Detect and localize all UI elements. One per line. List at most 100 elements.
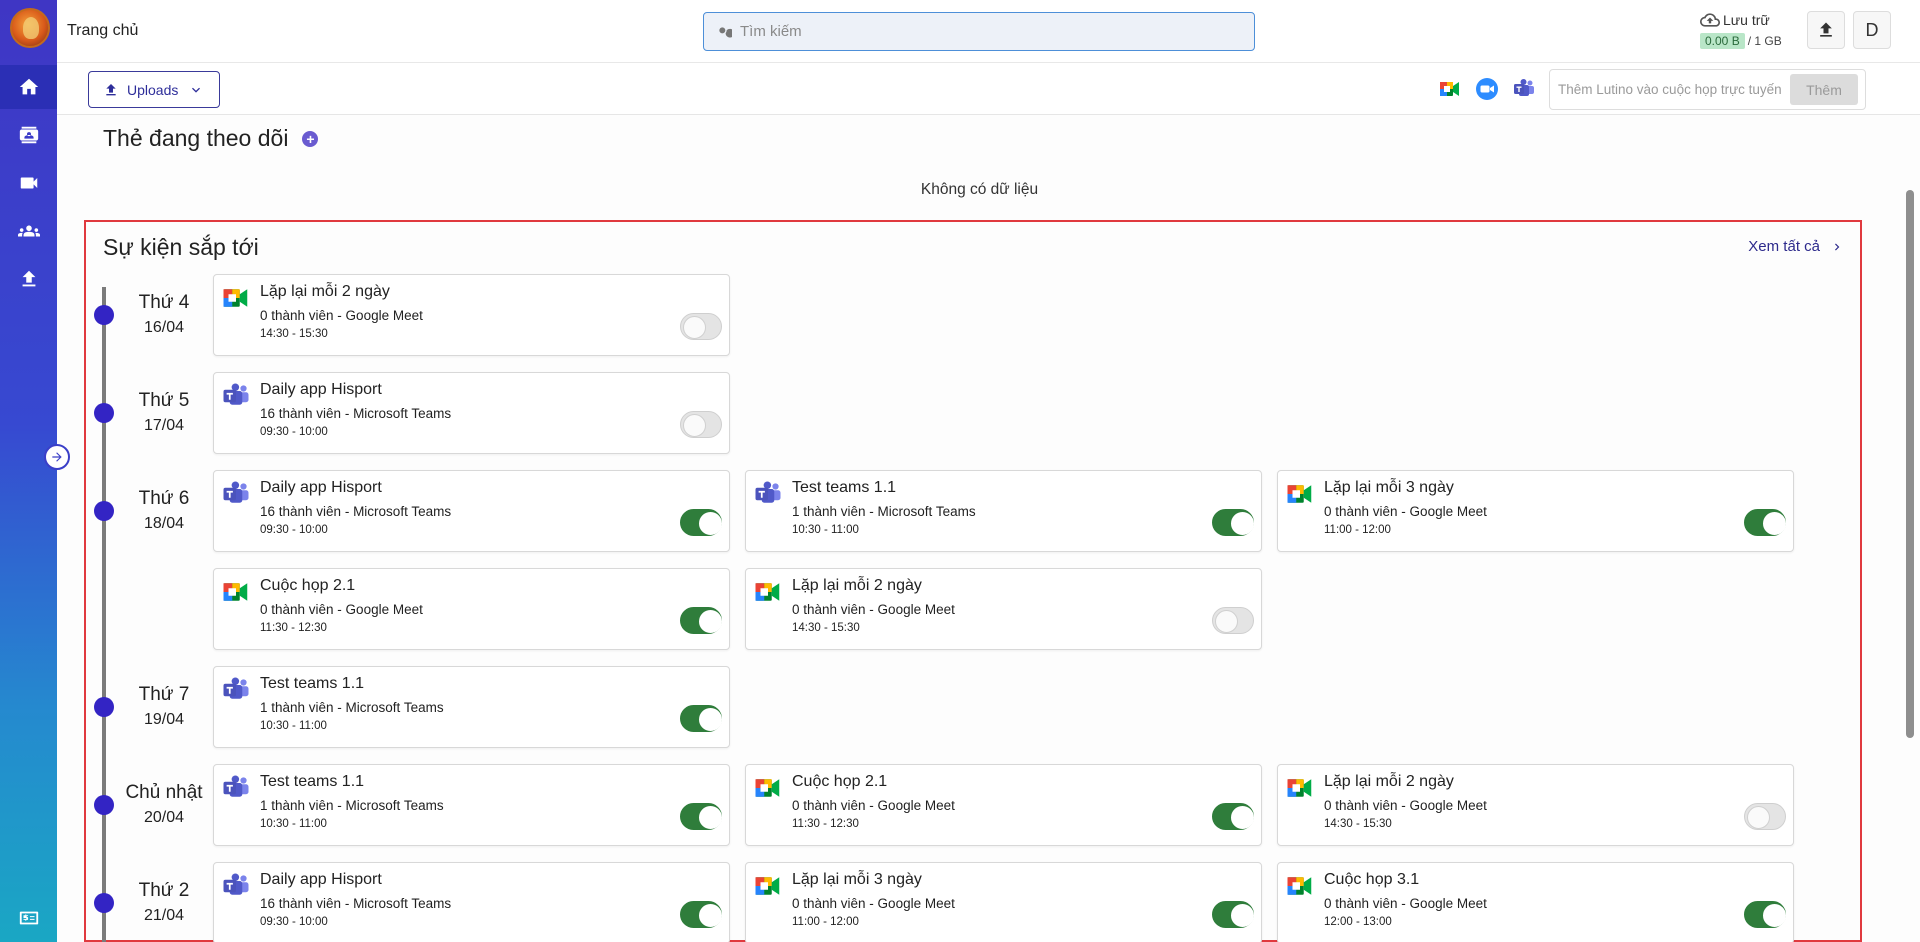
event-card[interactable]: Cuộc họp 3.1 0 thành viên - Google Meet 12… bbox=[1277, 862, 1794, 942]
event-time: 14:30 - 15:30 bbox=[260, 328, 328, 340]
zoom-icon[interactable] bbox=[1475, 77, 1499, 101]
storage-total: / 1 GB bbox=[1747, 34, 1782, 48]
event-record-toggle[interactable] bbox=[1744, 901, 1786, 928]
day-name: Thứ 2 bbox=[138, 880, 190, 901]
event-time: 11:00 - 12:00 bbox=[1324, 524, 1391, 536]
event-card[interactable]: Test teams 1.1 1 thành viên - Microsoft T… bbox=[213, 666, 730, 748]
app-logo[interactable] bbox=[10, 8, 50, 48]
event-title: Lặp lại mỗi 3 ngày bbox=[792, 871, 922, 888]
google-meet-icon bbox=[755, 583, 780, 601]
event-record-toggle[interactable] bbox=[680, 509, 722, 536]
event-title: Test teams 1.1 bbox=[260, 675, 365, 692]
google-meet-icon[interactable] bbox=[1438, 77, 1462, 101]
event-record-toggle[interactable] bbox=[680, 901, 722, 928]
timeline-dot bbox=[94, 403, 114, 423]
event-card[interactable]: Daily app Hisport 16 thành viên - Microso… bbox=[213, 372, 730, 454]
home-icon bbox=[19, 78, 38, 95]
event-card[interactable]: Test teams 1.1 1 thành viên - Microsoft T… bbox=[745, 470, 1262, 552]
event-title: Cuộc họp 2.1 bbox=[260, 577, 356, 594]
timeline-line bbox=[102, 287, 106, 942]
day-date: 21/04 bbox=[143, 907, 185, 924]
sidebar-item-groups[interactable] bbox=[0, 209, 57, 253]
event-record-toggle[interactable] bbox=[680, 411, 722, 438]
add-lutino-form: Thêm bbox=[1549, 69, 1866, 110]
event-participants: 0 thành viên - Google Meet bbox=[260, 308, 423, 323]
event-card[interactable]: Lặp lại mỗi 2 ngày 0 thành viên - Google … bbox=[745, 568, 1262, 650]
video-icon bbox=[20, 177, 37, 189]
microsoft-teams-icon[interactable] bbox=[1512, 77, 1536, 101]
page-scrollbar[interactable] bbox=[1906, 190, 1914, 738]
event-record-toggle[interactable] bbox=[680, 607, 722, 634]
event-record-toggle[interactable] bbox=[1212, 509, 1254, 536]
user-avatar-button[interactable]: D bbox=[1853, 11, 1891, 49]
timeline-dot bbox=[94, 893, 114, 913]
event-participants: 0 thành viên - Google Meet bbox=[260, 602, 423, 617]
storage-label: Lưu trữ bbox=[1723, 12, 1770, 28]
groups-icon bbox=[17, 225, 40, 237]
sidebar-item-contacts[interactable] bbox=[0, 113, 57, 157]
event-title: Cuộc họp 3.1 bbox=[1324, 871, 1420, 888]
event-time: 09:30 - 10:00 bbox=[260, 916, 328, 928]
event-participants: 16 thành viên - Microsoft Teams bbox=[260, 896, 452, 911]
microsoft-teams-icon bbox=[223, 873, 249, 895]
search-box[interactable] bbox=[703, 12, 1255, 51]
event-card[interactable]: Test teams 1.1 1 thành viên - Microsoft T… bbox=[213, 764, 730, 846]
sidebar-expand-button[interactable] bbox=[44, 444, 70, 470]
event-title: Daily app Hisport bbox=[260, 479, 382, 496]
sidebar bbox=[0, 0, 57, 942]
contacts-icon bbox=[19, 126, 38, 144]
event-card[interactable]: Lặp lại mỗi 2 ngày 0 thành viên - Google … bbox=[1277, 764, 1794, 846]
timeline-dot bbox=[94, 795, 114, 815]
event-card[interactable]: Lặp lại mỗi 3 ngày 0 thành viên - Google … bbox=[745, 862, 1262, 942]
event-card[interactable]: Cuộc họp 2.1 0 thành viên - Google Meet 11… bbox=[745, 764, 1262, 846]
event-card[interactable]: Daily app Hisport 16 thành viên - Microso… bbox=[213, 862, 730, 942]
day-date: 17/04 bbox=[143, 417, 185, 434]
event-record-toggle[interactable] bbox=[680, 313, 722, 340]
google-meet-icon bbox=[755, 779, 780, 797]
event-record-toggle[interactable] bbox=[680, 705, 722, 732]
storage-indicator[interactable]: Lưu trữ 0.00 B / 1 GB bbox=[1700, 10, 1790, 49]
storage-used: 0.00 B bbox=[1700, 33, 1745, 49]
search-icon bbox=[719, 26, 732, 38]
sidebar-item-wallet[interactable] bbox=[0, 896, 57, 940]
add-circle-icon[interactable]: + bbox=[302, 130, 319, 147]
see-all-link[interactable]: Xem tất cả bbox=[1748, 238, 1844, 255]
search-input[interactable] bbox=[740, 23, 1220, 40]
event-card[interactable]: Daily app Hisport 16 thành viên - Microso… bbox=[213, 470, 730, 552]
event-title: Lặp lại mỗi 2 ngày bbox=[792, 577, 922, 594]
see-all-label: Xem tất cả bbox=[1748, 238, 1820, 255]
wallet-icon bbox=[19, 911, 38, 925]
meeting-link-input[interactable] bbox=[1558, 82, 1790, 97]
event-card[interactable]: Lặp lại mỗi 3 ngày 0 thành viên - Google … bbox=[1277, 470, 1794, 552]
event-participants: 16 thành viên - Microsoft Teams bbox=[260, 406, 452, 421]
event-title: Lặp lại mỗi 2 ngày bbox=[1324, 773, 1454, 790]
event-record-toggle[interactable] bbox=[1212, 803, 1254, 830]
google-meet-icon bbox=[223, 583, 248, 601]
event-participants: 0 thành viên - Google Meet bbox=[1324, 896, 1487, 911]
event-title: Test teams 1.1 bbox=[792, 479, 897, 496]
day-name: Thứ 5 bbox=[138, 390, 190, 411]
upcoming-events-section: Sự kiện sắp tới Xem tất cả Thứ 4 16/04 Lặp… bbox=[84, 220, 1862, 942]
header-upload-button[interactable] bbox=[1807, 11, 1845, 49]
event-record-toggle[interactable] bbox=[1744, 803, 1786, 830]
event-record-toggle[interactable] bbox=[1212, 607, 1254, 634]
event-time: 14:30 - 15:30 bbox=[792, 622, 860, 634]
add-lutino-button[interactable]: Thêm bbox=[1790, 74, 1858, 105]
sidebar-item-home[interactable] bbox=[0, 65, 57, 109]
event-card[interactable]: Lặp lại mỗi 2 ngày 0 thành viên - Google … bbox=[213, 274, 730, 356]
upload-icon bbox=[106, 83, 116, 95]
event-time: 12:00 - 13:00 bbox=[1324, 916, 1392, 928]
event-record-toggle[interactable] bbox=[1744, 509, 1786, 536]
event-participants: 1 thành viên - Microsoft Teams bbox=[260, 700, 444, 715]
followed-title: Thẻ đang theo dõi bbox=[103, 125, 289, 151]
event-record-toggle[interactable] bbox=[1212, 901, 1254, 928]
day-name: Thứ 6 bbox=[138, 488, 190, 509]
sidebar-item-upload[interactable] bbox=[0, 257, 57, 301]
uploads-dropdown-button[interactable]: Uploads bbox=[88, 71, 220, 108]
sidebar-item-video[interactable] bbox=[0, 161, 57, 205]
event-card[interactable]: Cuộc họp 2.1 0 thành viên - Google Meet 11… bbox=[213, 568, 730, 650]
event-time: 11:30 - 12:30 bbox=[260, 622, 327, 634]
event-record-toggle[interactable] bbox=[680, 803, 722, 830]
upcoming-events-title: Sự kiện sắp tới bbox=[103, 234, 259, 260]
microsoft-teams-icon bbox=[223, 481, 249, 503]
